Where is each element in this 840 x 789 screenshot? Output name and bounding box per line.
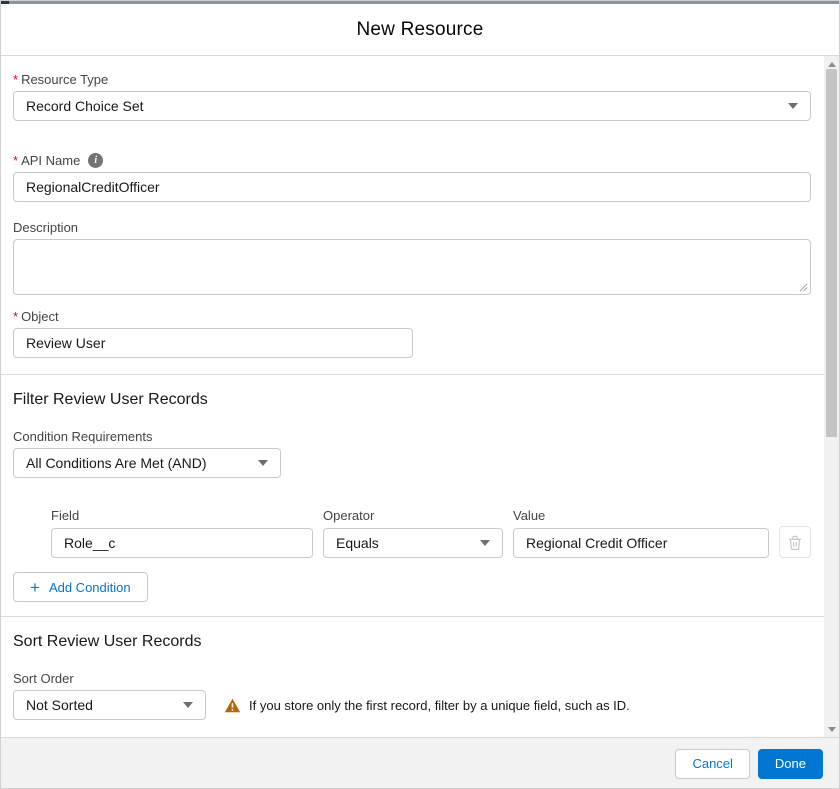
info-icon[interactable]: i [88, 153, 104, 168]
sort-order-value: Not Sorted [26, 697, 93, 713]
condition-value-input[interactable] [513, 528, 769, 558]
condition-requirements-combobox[interactable]: All Conditions Are Met (AND) [13, 448, 281, 478]
operator-label-row: Operator [323, 508, 503, 523]
description-label: Description [13, 220, 79, 235]
modal-footer: Cancel Done [1, 737, 839, 788]
object-label: Object [21, 309, 59, 324]
trash-icon [789, 535, 801, 550]
resize-handle-icon[interactable] [799, 283, 808, 292]
field-label-row: Field [51, 508, 313, 523]
api-name-label-row: * API Name i [13, 153, 811, 168]
scroll-down-arrow-icon[interactable] [824, 723, 839, 735]
condition-row: Field Operator Equals Value [51, 508, 811, 558]
condition-requirements-label-row: Condition Requirements [13, 429, 811, 444]
section-divider [1, 616, 824, 617]
warning-icon [224, 698, 241, 712]
value-label-row: Value [513, 508, 769, 523]
warning-text: If you store only the first record, filt… [249, 697, 630, 713]
chevron-down-icon [258, 460, 268, 466]
section-divider [1, 374, 824, 375]
modal-body: * Resource Type Record Choice Set * API … [1, 56, 839, 737]
add-condition-button[interactable]: + Add Condition [13, 572, 148, 602]
chevron-down-icon [480, 540, 490, 546]
sort-warning: If you store only the first record, filt… [224, 698, 630, 713]
resource-type-value: Record Choice Set [26, 98, 144, 114]
sort-row: Not Sorted If you store only the first r… [13, 690, 811, 720]
required-asterisk: * [13, 72, 19, 87]
required-asterisk: * [13, 309, 19, 324]
new-resource-modal: New Resource * Resource Type Record Choi… [0, 0, 840, 789]
condition-field-cell: Field [51, 508, 313, 558]
condition-value-cell: Value [513, 508, 769, 558]
description-textarea[interactable] [13, 239, 811, 295]
condition-requirements-value: All Conditions Are Met (AND) [26, 455, 207, 471]
value-label: Value [513, 508, 546, 523]
description-wrap [13, 239, 811, 295]
resource-type-combobox[interactable]: Record Choice Set [13, 91, 811, 121]
resource-type-label: Resource Type [21, 72, 109, 87]
api-name-input[interactable] [13, 172, 811, 202]
condition-operator-cell: Operator Equals [323, 508, 503, 558]
sort-section-heading: Sort Review User Records [13, 633, 202, 650]
add-condition-label: Add Condition [48, 579, 131, 595]
done-button[interactable]: Done [757, 748, 823, 779]
scrollbar-thumb[interactable] [826, 69, 837, 437]
operator-label: Operator [323, 508, 375, 523]
vertical-scrollbar[interactable] [824, 56, 839, 737]
chevron-down-icon [788, 103, 798, 109]
cancel-button[interactable]: Cancel [675, 748, 750, 779]
description-label-row: Description [13, 220, 811, 235]
condition-field-input[interactable] [51, 528, 313, 558]
operator-value: Equals [336, 535, 379, 551]
object-input[interactable] [13, 328, 413, 358]
modal-top-accent-strip [1, 1, 839, 4]
sort-order-combobox[interactable]: Not Sorted [13, 690, 206, 720]
sort-order-label: Sort Order [13, 671, 74, 686]
sort-order-label-row: Sort Order [13, 671, 811, 686]
modal-header: New Resource [1, 4, 839, 56]
chevron-down-icon [183, 702, 193, 708]
form-content: * Resource Type Record Choice Set * API … [1, 56, 824, 737]
plus-icon: + [30, 577, 40, 597]
required-asterisk: * [13, 153, 19, 168]
delete-condition-button[interactable] [779, 526, 811, 558]
filter-section-heading: Filter Review User Records [13, 391, 208, 408]
object-label-row: * Object [13, 309, 811, 324]
page-title: New Resource [356, 18, 484, 40]
condition-operator-combobox[interactable]: Equals [323, 528, 503, 558]
api-name-label: API Name [21, 153, 81, 168]
field-label: Field [51, 508, 80, 523]
resource-type-label-row: * Resource Type [13, 72, 811, 87]
condition-requirements-label: Condition Requirements [13, 429, 153, 444]
